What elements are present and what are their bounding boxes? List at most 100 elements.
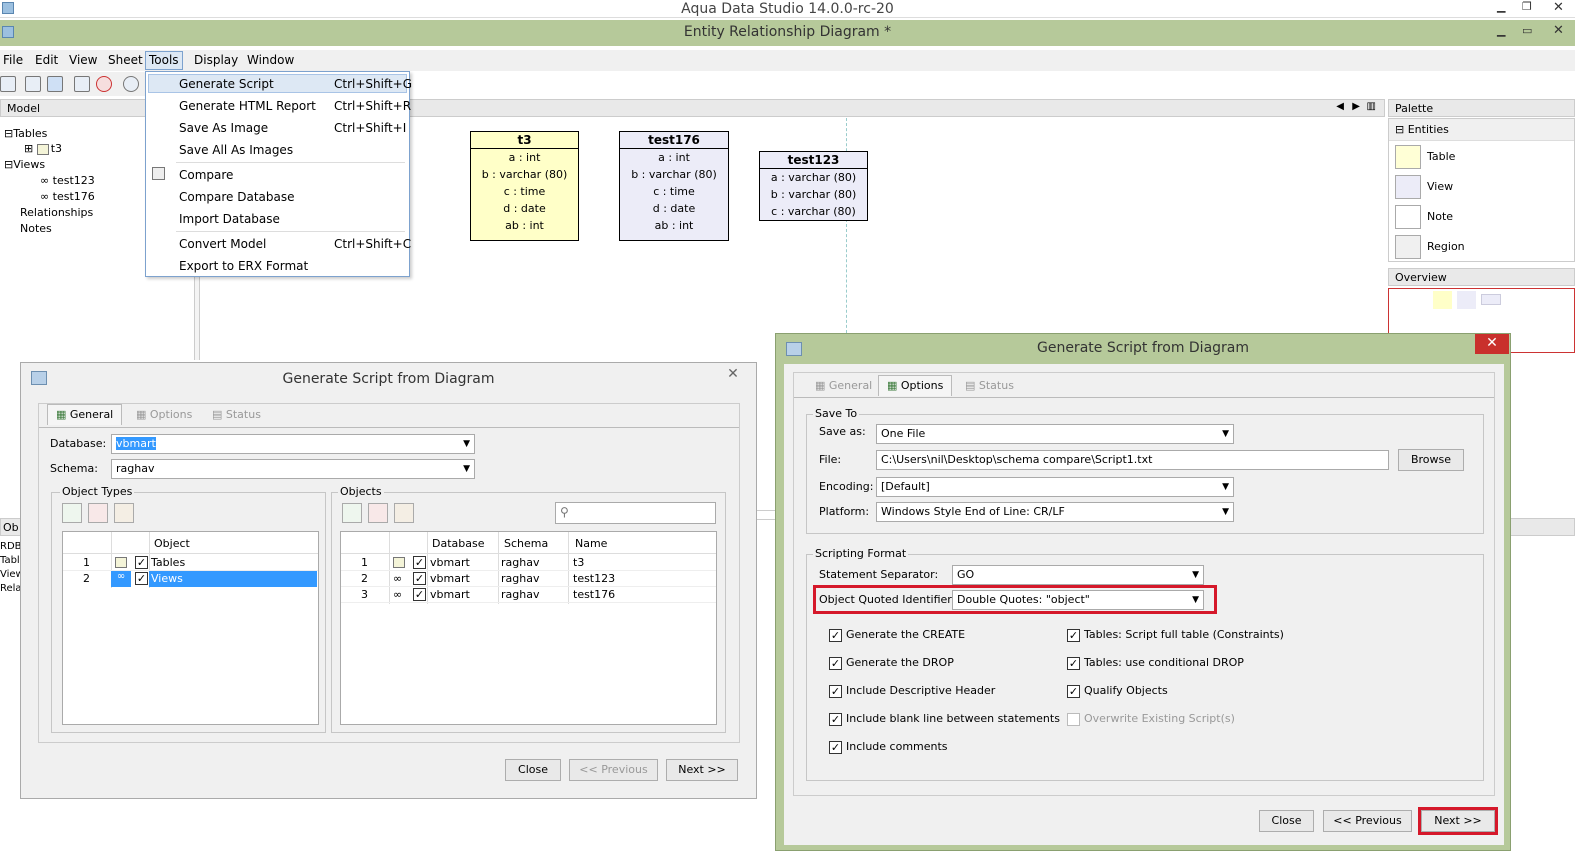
restore-icon[interactable]: ❐ [1522, 0, 1532, 13]
checkbox-views[interactable]: ✓ [135, 572, 148, 585]
menu-window[interactable]: Window [247, 53, 294, 67]
checkbox[interactable]: ✓ [829, 656, 842, 670]
tree-relationships[interactable]: Relationships [20, 206, 93, 219]
encoding-select[interactable]: [Default] ▼ [876, 477, 1234, 497]
tab-options[interactable]: ▦ Options [127, 404, 201, 425]
bottom-item[interactable]: Views [0, 568, 22, 582]
close-icon[interactable]: ✕ [1553, 0, 1564, 15]
menu-item-generate-script[interactable]: Generate Script [179, 77, 274, 91]
palette-note[interactable]: Note [1427, 210, 1453, 223]
menu-item-save-as-image[interactable]: Save As Image [179, 121, 268, 135]
col-header-database[interactable]: Database [432, 537, 485, 550]
menu-item-export-erx[interactable]: Export to ERX Format [179, 259, 308, 273]
invert-selection-icon[interactable] [114, 503, 134, 523]
entity-test123[interactable]: test123 a : varchar (80) b : varchar (80… [759, 151, 868, 221]
table-row[interactable]: 2 ∞ ✓ Views [63, 571, 318, 587]
tree-tables[interactable]: ⊟Tables [4, 127, 47, 140]
table-tool-icon[interactable] [74, 76, 90, 92]
palette-region[interactable]: Region [1427, 240, 1465, 253]
checkbox[interactable]: ✓ [1067, 628, 1080, 642]
tab-status[interactable]: ▤ Status [203, 404, 270, 425]
dialog-close-icon[interactable]: ✕ [719, 365, 747, 385]
select-all-icon[interactable] [62, 503, 82, 523]
table-row[interactable]: 3 ∞ ✓ vbmart raghav test176 [341, 587, 716, 603]
statement-separator-select[interactable]: GO ▼ [952, 565, 1204, 585]
col-header-schema[interactable]: Schema [504, 537, 548, 550]
tree-notes[interactable]: Notes [20, 222, 52, 235]
bottom-item[interactable]: Table [0, 554, 22, 568]
checkbox[interactable]: ✓ [1067, 684, 1080, 698]
option-include-comments[interactable]: ✓ Include comments [829, 740, 948, 754]
row-checkbox[interactable]: ✓ [413, 556, 426, 569]
entity-t3[interactable]: t3 a : int b : varchar (80) c : time d :… [470, 131, 579, 241]
previous-button[interactable]: << Previous [1323, 810, 1412, 832]
print-icon[interactable] [25, 76, 41, 92]
row-checkbox[interactable]: ✓ [413, 588, 426, 601]
tab-status[interactable]: ▤ Status [956, 375, 1023, 396]
menu-file[interactable]: File [3, 53, 23, 67]
doc-minimize-icon[interactable]: ▁ [1497, 24, 1505, 37]
option-blank-line[interactable]: ✓ Include blank line between statements [829, 712, 1060, 726]
bottom-item[interactable]: Relat [0, 582, 22, 596]
option-conditional-drop[interactable]: ✓ Tables: use conditional DROP [1067, 656, 1244, 670]
checkbox[interactable] [1067, 712, 1080, 726]
table-row[interactable]: 2 ∞ ✓ vbmart raghav test123 [341, 571, 716, 587]
deselect-all-icon[interactable] [368, 503, 388, 523]
save-icon[interactable] [0, 76, 16, 92]
palette-view[interactable]: View [1427, 180, 1453, 193]
row-checkbox[interactable]: ✓ [413, 572, 426, 585]
scroll-left-icon[interactable]: ◀ [1336, 101, 1344, 112]
schema-select[interactable]: raghav ▼ [111, 459, 475, 479]
tab-general[interactable]: ▦ General [47, 404, 123, 425]
deselect-all-icon[interactable] [88, 503, 108, 523]
menu-item-save-all-as-images[interactable]: Save All As Images [179, 143, 293, 157]
option-script-full-table[interactable]: ✓ Tables: Script full table (Constraints) [1067, 628, 1284, 642]
option-descriptive-header[interactable]: ✓ Include Descriptive Header [829, 684, 995, 698]
list-icon[interactable]: ▥ [1367, 101, 1376, 112]
option-generate-drop[interactable]: ✓ Generate the DROP [829, 656, 954, 670]
checkbox[interactable]: ✓ [829, 628, 842, 642]
bottom-item[interactable]: RDBM [0, 540, 22, 554]
browse-button[interactable]: Browse [1398, 449, 1464, 471]
tab-general[interactable]: ▦ General [806, 375, 881, 396]
tree-test176[interactable]: ∞ test176 [40, 190, 95, 203]
close-button[interactable]: Close [1259, 810, 1314, 832]
option-overwrite-existing[interactable]: Overwrite Existing Script(s) [1067, 712, 1235, 726]
checkbox[interactable]: ✓ [1067, 656, 1080, 670]
menu-tools[interactable]: Tools [145, 51, 183, 70]
dialog-close-icon[interactable]: ✕ [1475, 334, 1509, 354]
invert-selection-icon[interactable] [394, 503, 414, 523]
entity-test176[interactable]: test176 a : int b : varchar (80) c : tim… [619, 131, 729, 241]
menu-sheet[interactable]: Sheet [108, 53, 143, 67]
col-header-name[interactable]: Name [575, 537, 607, 550]
checkbox[interactable]: ✓ [829, 684, 842, 698]
select-all-icon[interactable] [342, 503, 362, 523]
checkbox-tables[interactable]: ✓ [135, 556, 148, 569]
tree-t3[interactable]: ⊞ t3 [24, 142, 62, 155]
doc-close-icon[interactable]: ✕ [1553, 23, 1564, 38]
close-button[interactable]: Close [505, 759, 561, 781]
platform-select[interactable]: Windows Style End of Line: CR/LF ▼ [876, 502, 1234, 522]
table-row[interactable]: 1 ✓ vbmart raghav t3 [341, 555, 716, 571]
select-icon[interactable] [47, 76, 63, 92]
menu-item-compare[interactable]: Compare [179, 168, 233, 182]
database-select[interactable]: vbmart ▼ [111, 434, 475, 454]
tab-options[interactable]: ▦ Options [878, 375, 953, 396]
tree-test123[interactable]: ∞ test123 [40, 174, 95, 187]
menu-item-generate-html-report[interactable]: Generate HTML Report [179, 99, 316, 113]
splitter[interactable] [756, 510, 776, 520]
save-as-select[interactable]: One File ▼ [876, 424, 1234, 444]
objects-search-input[interactable]: ⚲ [555, 502, 716, 524]
menu-edit[interactable]: Edit [35, 53, 58, 67]
checkbox[interactable]: ✓ [829, 740, 842, 754]
menu-item-convert-model[interactable]: Convert Model [179, 237, 266, 251]
stop-icon[interactable] [96, 76, 112, 92]
tree-views[interactable]: ⊟Views [4, 158, 45, 171]
zoom-icon[interactable] [123, 76, 139, 92]
menu-item-import-database[interactable]: Import Database [179, 212, 280, 226]
option-qualify-objects[interactable]: ✓ Qualify Objects [1067, 684, 1168, 698]
col-header-object[interactable]: Object [154, 537, 190, 550]
menu-view[interactable]: View [69, 53, 97, 67]
checkbox[interactable]: ✓ [829, 712, 842, 726]
file-path-input[interactable]: C:\Users\nil\Desktop\schema compare\Scri… [876, 450, 1389, 470]
